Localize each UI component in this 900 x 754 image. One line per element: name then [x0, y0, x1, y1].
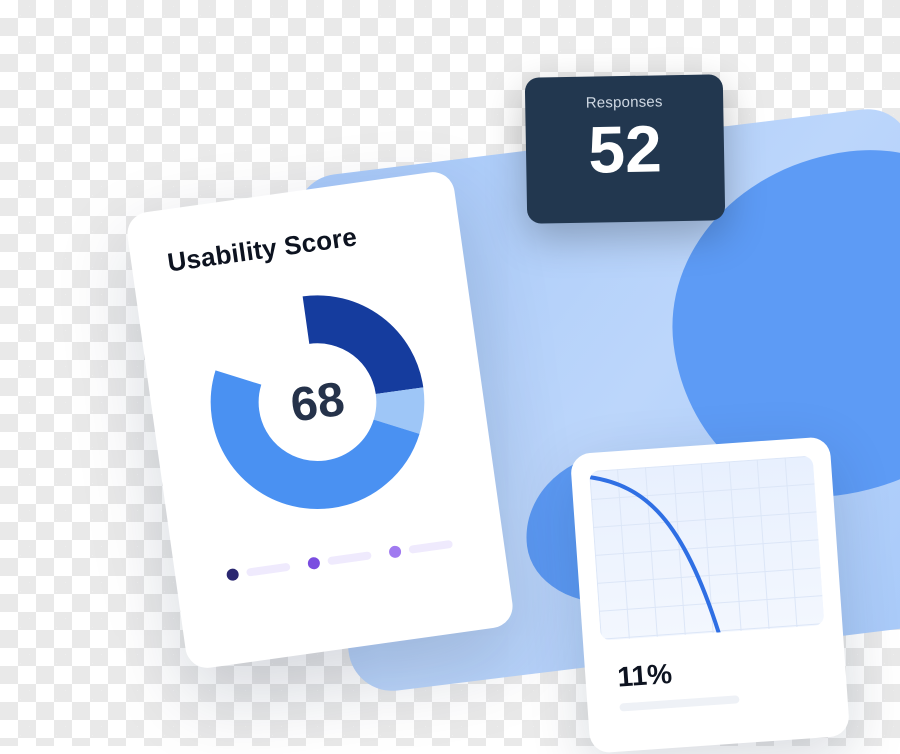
trend-grid — [589, 456, 824, 641]
trend-line-path — [589, 469, 718, 641]
legend-item — [226, 561, 291, 582]
trend-card: 11% — [570, 436, 850, 753]
usability-score-title: Usability Score — [166, 212, 426, 279]
legend-dot-icon — [388, 545, 402, 559]
donut-center-label: 68 — [194, 279, 440, 525]
trend-value: 11% — [616, 658, 673, 694]
usability-score-card: Usability Score 68 — [125, 169, 516, 670]
legend-bar — [327, 551, 372, 565]
legend-dot-icon — [226, 568, 240, 582]
donut-legend — [211, 536, 468, 584]
responses-label: Responses — [525, 92, 723, 112]
responses-value: 52 — [525, 113, 724, 186]
trend-line-chart — [589, 456, 824, 641]
legend-item — [307, 549, 372, 570]
donut-chart: 68 — [194, 279, 440, 525]
responses-card: Responses 52 — [525, 74, 726, 223]
legend-bar — [246, 563, 291, 577]
legend-item — [388, 538, 453, 559]
legend-bar — [408, 540, 453, 554]
legend-dot-icon — [307, 556, 321, 570]
trend-progress-bar — [619, 695, 739, 711]
